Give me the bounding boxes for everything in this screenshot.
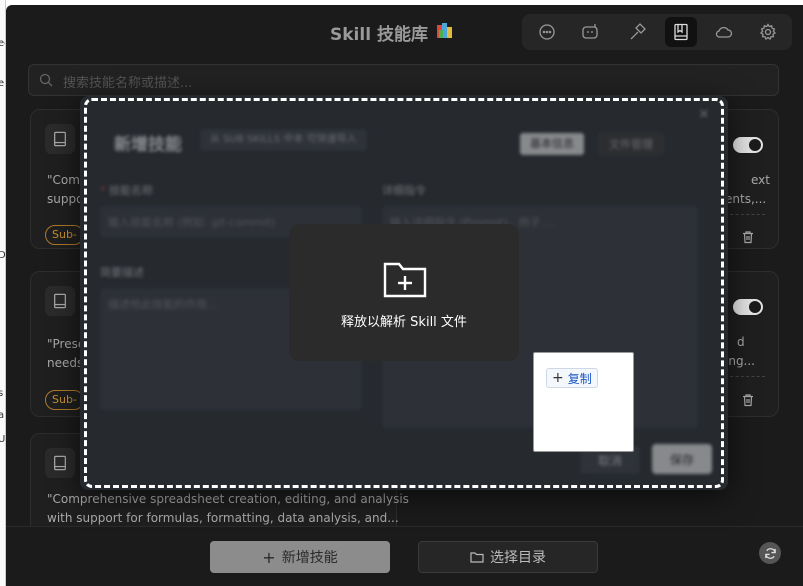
cloud-icon: [715, 26, 733, 38]
robot-icon: [582, 24, 598, 39]
tools-button[interactable]: [621, 17, 653, 47]
strip-text: e: [0, 78, 4, 89]
chat-icon: [539, 24, 555, 40]
sub-skill-tag: Sub-: [45, 225, 84, 245]
bottom-bar: + 新增技能 选择目录: [6, 526, 803, 586]
skill-enable-toggle[interactable]: [733, 137, 763, 153]
trash-icon[interactable]: [741, 230, 755, 244]
dialog-title: 新增技能: [114, 135, 182, 155]
refresh-button[interactable]: [759, 542, 781, 564]
skill-book-icon: [45, 124, 75, 154]
divider: [725, 214, 765, 215]
copy-button[interactable]: + 复制: [546, 368, 598, 388]
name-label-text: 技能名称: [109, 184, 153, 197]
tab-file-management[interactable]: 文件管理: [598, 133, 664, 155]
page-title: Skill 技能库: [330, 25, 428, 45]
skills-button[interactable]: [665, 17, 697, 47]
choose-directory-button[interactable]: 选择目录: [418, 541, 598, 573]
plus-icon: +: [262, 547, 276, 567]
close-icon[interactable]: ×: [698, 106, 710, 122]
folder-icon: [470, 552, 484, 563]
search-bar[interactable]: 搜索技能名称或描述...: [28, 64, 779, 96]
robot-button[interactable]: [574, 17, 606, 47]
strip-text: U: [0, 434, 5, 445]
tab-basic-info[interactable]: 基本信息: [520, 133, 584, 155]
save-button[interactable]: 保存: [652, 444, 712, 474]
strip-text: a: [0, 410, 4, 421]
search-placeholder: 搜索技能名称或描述...: [63, 76, 193, 91]
name-label: * 技能名称: [100, 182, 153, 198]
books-logo-icon: [437, 23, 452, 38]
skill-description: d: [737, 335, 745, 349]
skill-description: ents,...: [725, 192, 767, 206]
gear-icon: [759, 23, 777, 40]
cloud-button[interactable]: [708, 17, 740, 47]
toolbar: [522, 14, 792, 50]
context-popup: + 复制: [533, 352, 634, 452]
required-mark: *: [100, 184, 106, 197]
skill-book-icon: [45, 448, 75, 478]
header: Skill 技能库: [6, 5, 803, 57]
add-skill-label: 新增技能: [281, 550, 338, 566]
add-skill-button[interactable]: + 新增技能: [210, 541, 390, 573]
choose-directory-label: 选择目录: [490, 550, 546, 566]
settings-button[interactable]: [752, 17, 784, 47]
sub-skill-tag: Sub-: [45, 390, 84, 410]
detail-label: 详细指令: [382, 184, 426, 197]
refresh-icon: [764, 547, 776, 559]
description-label: 简要描述: [100, 266, 144, 279]
skill-enable-toggle[interactable]: [733, 299, 763, 315]
skill-description: "Comprehensive spreadsheet creation, edi…: [47, 492, 409, 506]
drop-message: 释放以解析 Skill 文件: [341, 315, 467, 330]
copy-label: 复制: [567, 371, 592, 386]
skill-description: needs: [47, 356, 84, 370]
hammer-icon: [630, 23, 646, 40]
plus-icon: +: [552, 370, 564, 386]
skill-book-icon: [45, 286, 75, 316]
strip-text: D: [0, 250, 5, 261]
drop-indicator: 释放以解析 Skill 文件: [289, 224, 519, 361]
skill-description: ext: [751, 173, 770, 187]
search-icon: [39, 73, 53, 87]
trash-icon[interactable]: [741, 393, 755, 407]
skill-description: ing...: [725, 354, 755, 368]
strip-text: s: [0, 388, 3, 399]
book-icon: [674, 23, 688, 41]
folder-plus-icon: [383, 262, 427, 298]
divider: [725, 376, 765, 377]
chat-button[interactable]: [531, 17, 563, 47]
dialog-hint: 从 SUB SKILLS 中本 可快速导入: [200, 129, 367, 151]
skill-description: suppo: [47, 192, 84, 206]
